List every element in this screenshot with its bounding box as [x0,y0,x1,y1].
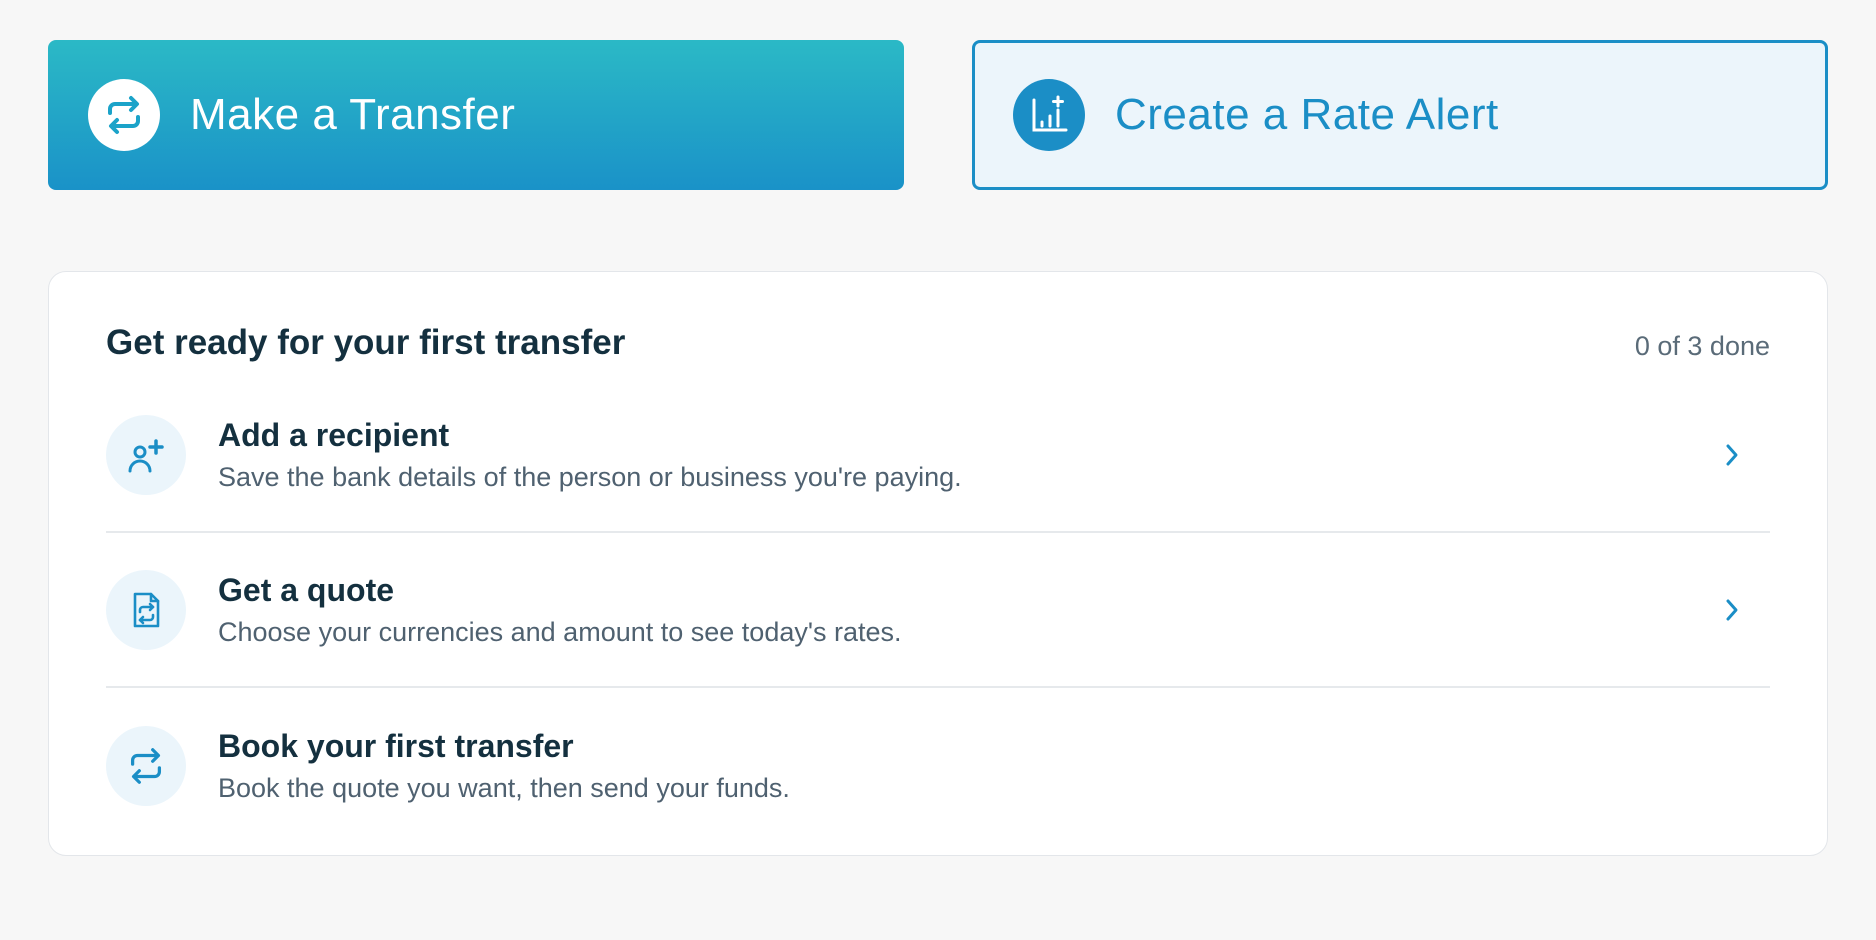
step-text: Get a quote Choose your currencies and a… [218,572,902,648]
step-description: Save the bank details of the person or b… [218,461,962,492]
transfer-arrows-icon [88,79,160,151]
make-transfer-label: Make a Transfer [190,90,516,139]
step-title: Book your first transfer [218,727,574,764]
quote-document-icon [106,569,186,650]
checklist-progress: 0 of 3 done [1634,330,1770,361]
add-person-icon [106,414,186,495]
step-description: Choose your currencies and amount to see… [218,616,902,647]
chevron-right-icon[interactable] [1720,595,1744,625]
checklist-title: Get ready for your first transfer [106,323,626,362]
make-transfer-button[interactable]: Make a Transfer [48,40,904,190]
step-text: Add a recipient Save the bank details of… [218,417,962,493]
step-add-recipient[interactable]: Add a recipient Save the bank details of… [106,378,1770,533]
step-get-quote[interactable]: Get a quote Choose your currencies and a… [106,533,1770,688]
step-title: Get a quote [218,571,395,608]
step-text: Book your first transfer Book the quote … [218,728,790,804]
quick-actions: Make a Transfer Create a Rate Alert [48,40,1828,190]
transfer-arrows-icon [106,725,186,806]
step-book-transfer[interactable]: Book your first transfer Book the quote … [106,688,1770,843]
first-transfer-checklist: Get ready for your first transfer 0 of 3… [48,271,1828,856]
create-rate-alert-button[interactable]: Create a Rate Alert [972,40,1828,190]
chart-plus-icon [1013,79,1085,151]
step-description: Book the quote you want, then send your … [218,772,790,803]
step-title: Add a recipient [218,416,450,453]
checklist-header: Get ready for your first transfer 0 of 3… [106,320,1770,366]
create-rate-alert-label: Create a Rate Alert [1115,90,1499,139]
chevron-right-icon[interactable] [1720,440,1744,470]
checklist-steps: Add a recipient Save the bank details of… [106,378,1770,843]
